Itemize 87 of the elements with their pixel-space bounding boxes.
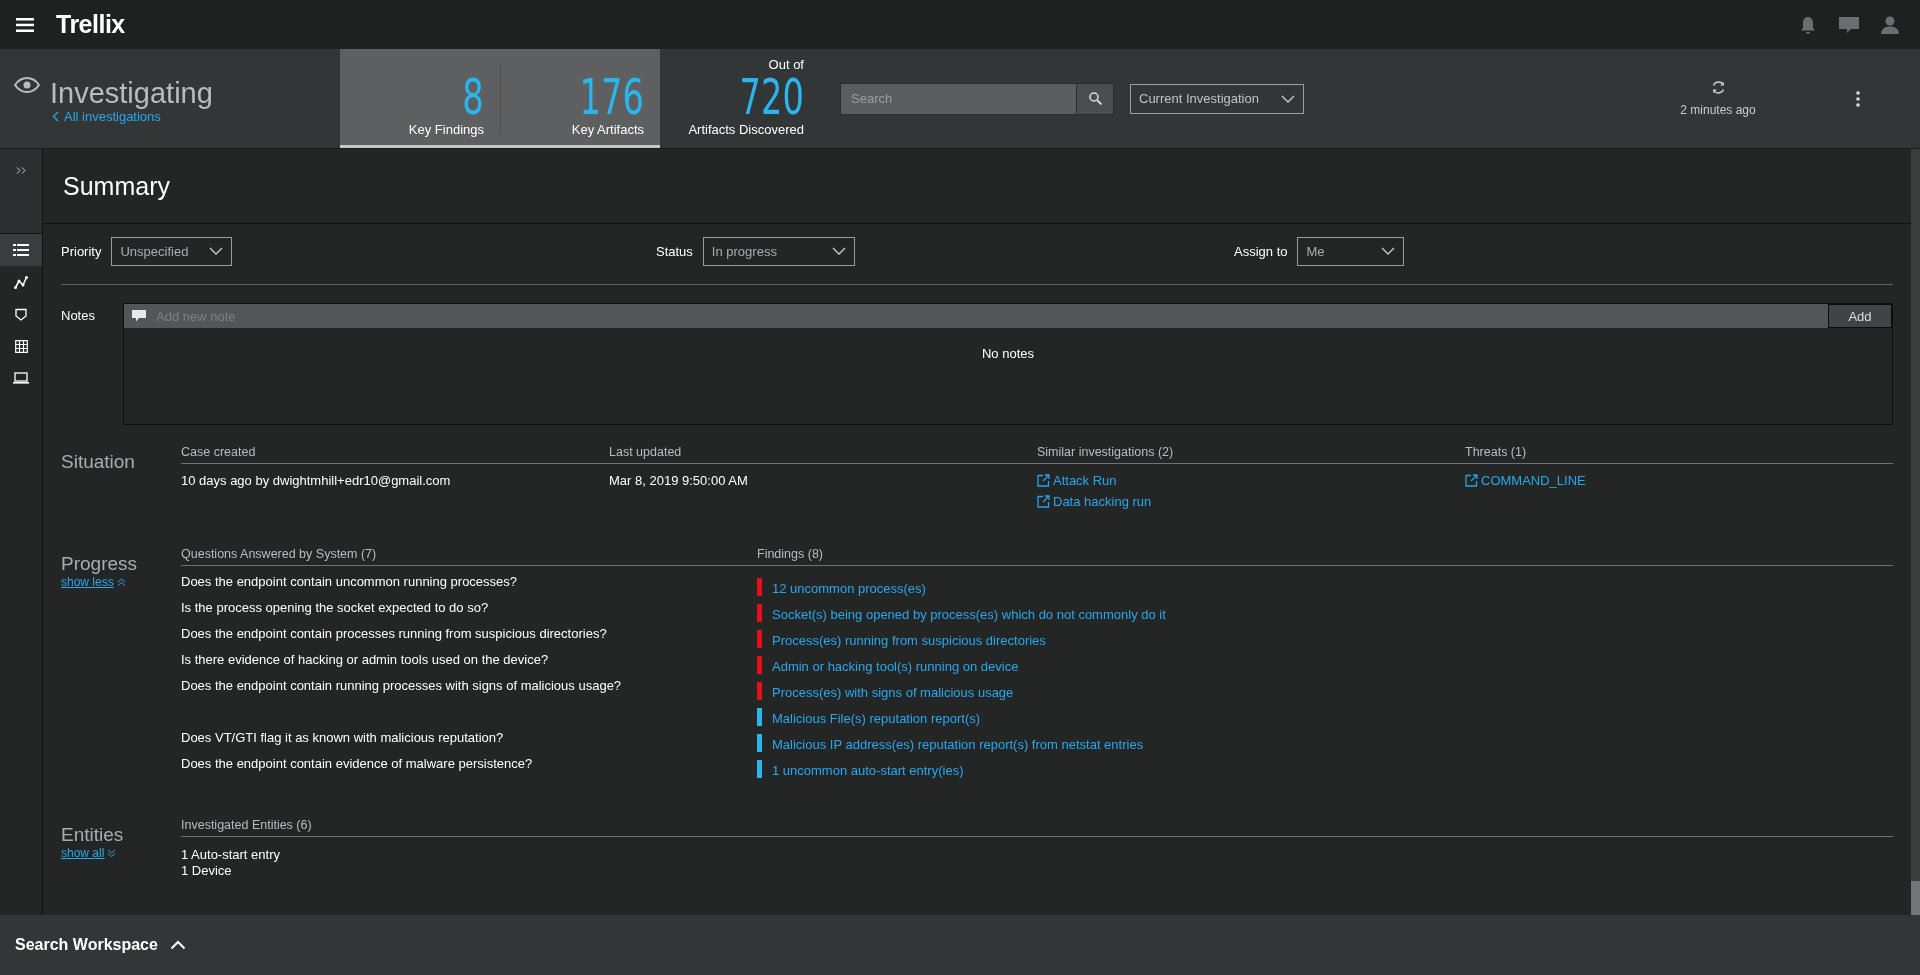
refresh-time: 2 minutes ago <box>1680 103 1756 117</box>
section-heading: Entities <box>61 824 125 846</box>
field-label: Assign to <box>1234 243 1288 259</box>
column-heading: Case created <box>181 445 609 464</box>
more-options-icon[interactable] <box>1856 90 1860 107</box>
chevron-down-icon <box>1281 94 1295 103</box>
stat-tile[interactable]: 176 Key Artifacts <box>500 49 660 148</box>
scrollbar[interactable] <box>1911 149 1920 915</box>
finding-link[interactable]: Process(es) running from suspicious directories <box>772 633 1046 648</box>
question-text: Does the endpoint contain running processes with signs of malicious usage? <box>181 678 622 693</box>
entity-count: 1 Auto-start entry <box>181 847 281 863</box>
finding-link[interactable]: 1 uncommon auto-start entry(ies) <box>772 763 964 778</box>
field-label: Status <box>656 243 693 259</box>
chevron-left-icon <box>52 111 59 122</box>
investigation-link[interactable]: Attack Run <box>1037 473 1117 488</box>
laptop-icon <box>13 372 29 384</box>
stat-label: Key Findings <box>408 122 484 137</box>
column-heading: Similar investigations (2) <box>1037 445 1465 464</box>
empty-message: No notes <box>980 345 1035 361</box>
finding-link[interactable]: Admin or hacking tool(s) running on device <box>772 659 1019 674</box>
select-dropdown[interactable]: Unspecified <box>111 236 233 266</box>
field-value: 10 days ago by dwightmhill+edr10@gmail.com <box>181 473 451 488</box>
investigation-link[interactable]: COMMAND_LINE <box>1465 473 1586 488</box>
page-heading: Investigating <box>50 77 213 109</box>
entity-count: 1 Device <box>181 863 233 879</box>
chevron-down-icon <box>209 247 224 255</box>
search-workspace-toggle[interactable]: Search Workspace <box>15 936 158 954</box>
finding-link[interactable]: Process(es) with signs of malicious usage <box>772 685 1014 700</box>
expand-icon[interactable] <box>16 167 26 174</box>
grid-icon <box>14 339 28 353</box>
question-text: Does the endpoint contain processes running from suspicious directories? <box>181 626 607 641</box>
column-heading: Findings (8) <box>757 547 1893 566</box>
refresh-icon[interactable] <box>1710 80 1726 95</box>
section-heading: Situation <box>61 451 136 473</box>
select-dropdown[interactable]: In progress <box>702 236 855 266</box>
question-text: Is the process opening the socket expected to do so? <box>181 600 489 615</box>
menu-icon[interactable] <box>16 17 34 32</box>
question-text: Does the endpoint contain uncommon running processes? <box>181 574 518 589</box>
chevron-up-icon[interactable] <box>169 940 186 950</box>
bell-icon[interactable] <box>1798 14 1818 35</box>
column-heading: Threats (1) <box>1465 445 1893 464</box>
stat-caption: Out of <box>768 57 804 72</box>
line-graph-icon <box>14 275 28 289</box>
shield-icon <box>15 307 27 321</box>
speech-bubble-icon <box>132 310 146 322</box>
user-icon[interactable] <box>1880 14 1900 35</box>
section-heading: Progress <box>61 553 139 575</box>
question-text: Does VT/GTI flag it as known with malicious reputation? <box>181 730 504 745</box>
list-icon <box>13 244 29 256</box>
column-heading: Investigated Entities (6) <box>181 818 1893 837</box>
show-all-link[interactable]: show all <box>61 846 117 860</box>
stat-value: 8 <box>462 72 484 122</box>
chevron-down-icon <box>1381 247 1396 255</box>
external-link-icon <box>1465 474 1478 487</box>
question-text: Does the endpoint contain evidence of malware persistence? <box>181 756 533 771</box>
scope-dropdown[interactable]: Current Investigation <box>1130 83 1304 114</box>
column-heading: Questions Answered by System (7) <box>181 547 757 566</box>
select-dropdown[interactable]: Me <box>1297 236 1405 266</box>
field-label: Priority <box>61 243 102 259</box>
eye-icon <box>14 77 40 93</box>
chevron-down-icon <box>831 247 846 255</box>
stat-tile[interactable]: 8 Key Findings <box>340 49 500 148</box>
field-value: Mar 8, 2019 9:50:00 AM <box>609 473 748 488</box>
back-link[interactable]: All investigations <box>52 109 213 124</box>
field-label: Notes <box>61 307 96 325</box>
section-title: Summary <box>63 171 170 201</box>
finding-link[interactable]: Malicious IP address(es) reputation report(s) from netstat entries <box>772 737 1144 752</box>
brand-logo: Trellix <box>56 10 125 39</box>
finding-link[interactable]: 12 uncommon process(es) <box>772 581 926 596</box>
double-chevron-up-icon <box>116 578 126 586</box>
sidebar-item[interactable] <box>0 234 42 266</box>
chat-icon[interactable] <box>1838 14 1860 35</box>
external-link-icon <box>1037 474 1050 487</box>
finding-link[interactable]: Malicious File(s) reputation report(s) <box>772 711 981 726</box>
stat-label: Artifacts Discovered <box>688 122 804 137</box>
double-chevron-down-icon <box>107 849 117 857</box>
stat-tile[interactable]: Out of 720 Artifacts Discovered <box>660 49 820 148</box>
external-link-icon <box>1037 495 1050 508</box>
question-text: Is there evidence of hacking or admin tools used on the device? <box>181 652 549 667</box>
stat-value: 720 <box>739 72 804 122</box>
stat-label: Key Artifacts <box>571 122 644 137</box>
finding-link[interactable]: Socket(s) being opened by process(es) which do not commonly do it <box>772 607 1166 622</box>
investigation-link[interactable]: Data hacking run <box>1037 494 1152 509</box>
show-less-link[interactable]: show less <box>61 575 126 589</box>
column-heading: Last updated <box>609 445 1037 464</box>
stat-value: 176 <box>579 72 644 122</box>
add-button[interactable]: Add <box>1828 304 1892 328</box>
